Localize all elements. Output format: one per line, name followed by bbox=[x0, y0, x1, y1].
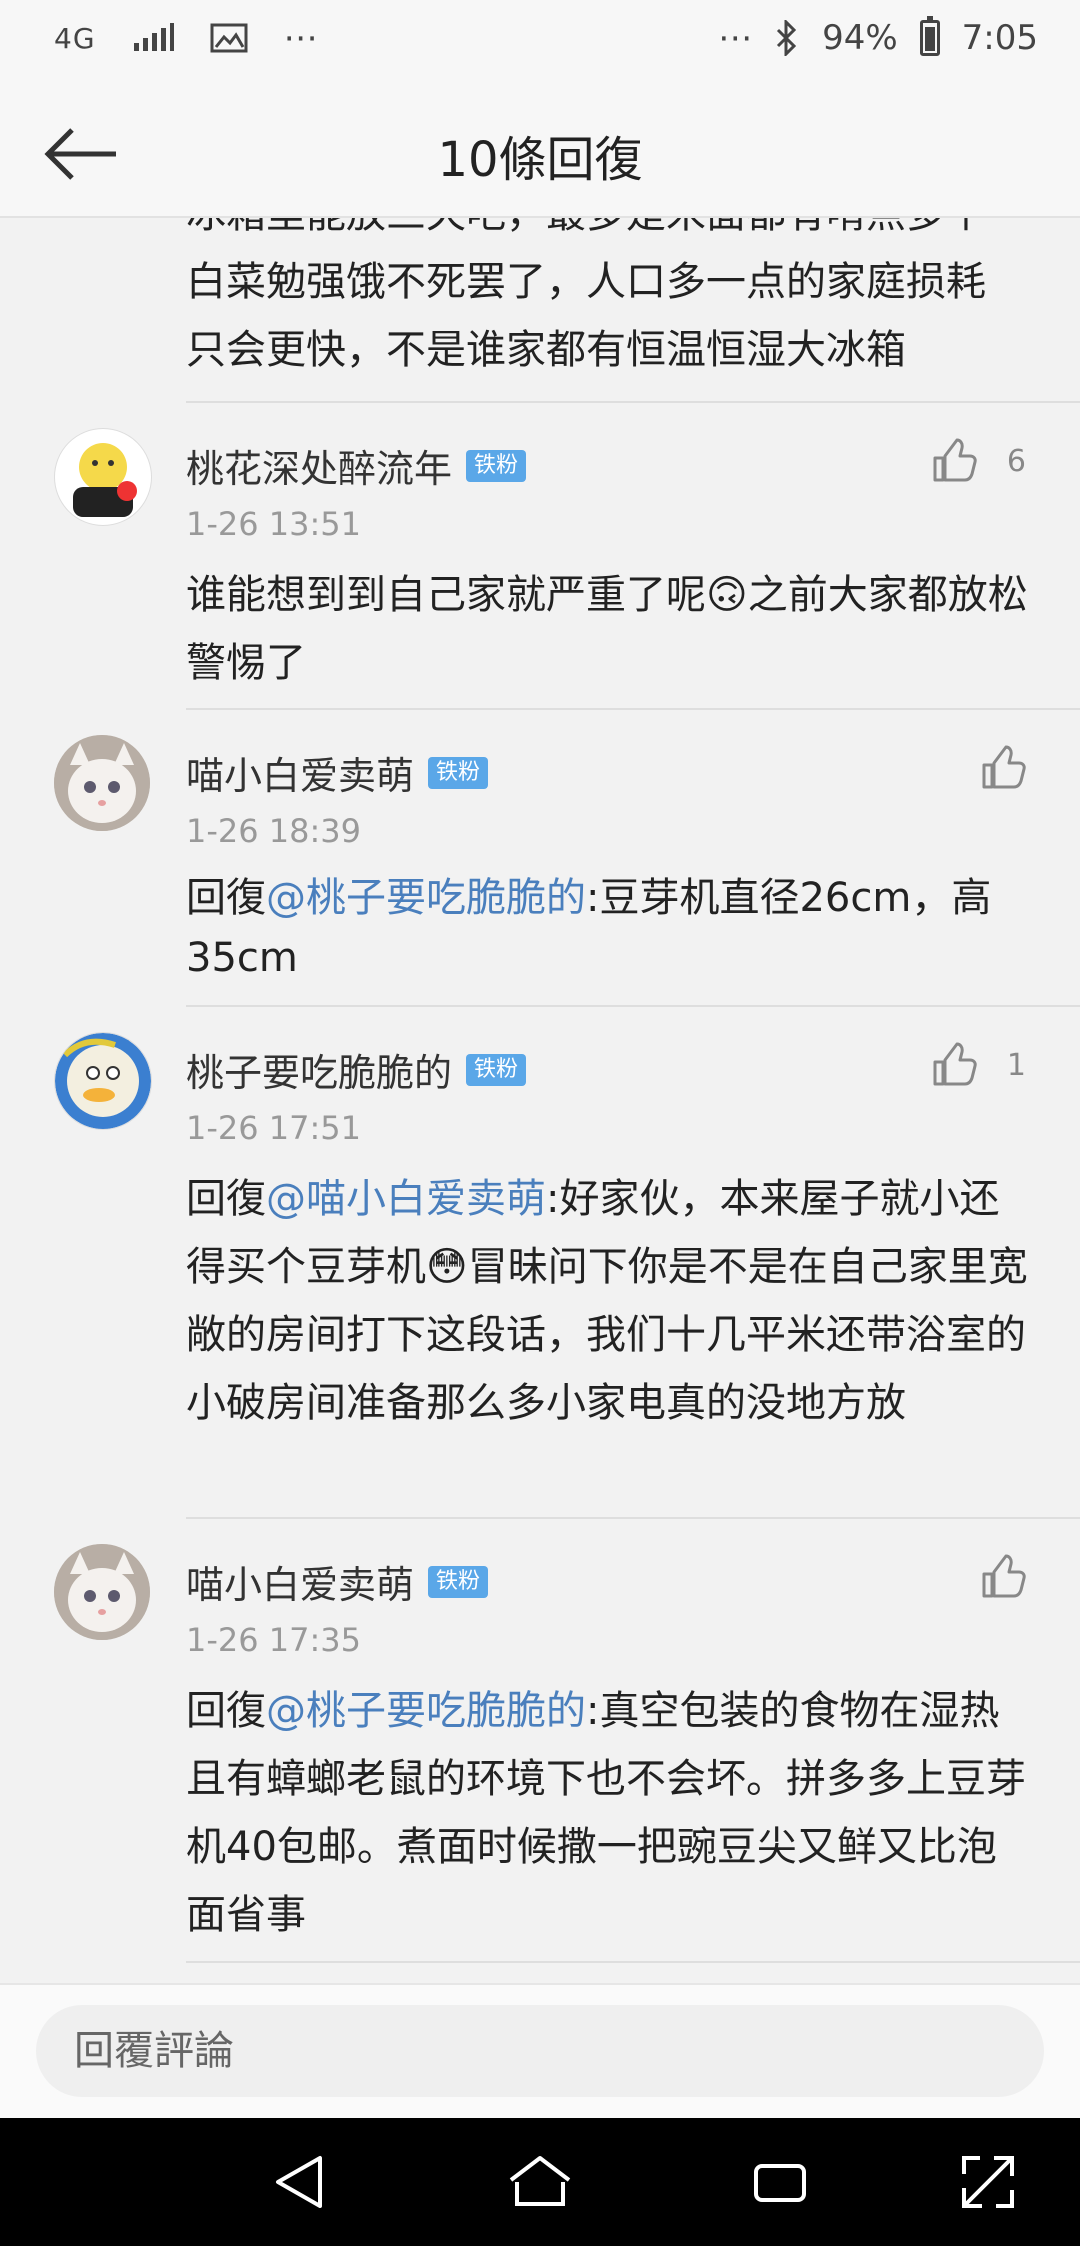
back-triangle-icon bbox=[276, 2156, 322, 2208]
recents-icon bbox=[754, 2164, 806, 2202]
status-bar: 4G ⋯ ⋯ 94% 7:05 bbox=[0, 0, 1080, 90]
more-icon: ⋯ bbox=[718, 18, 753, 58]
fan-badge: 铁粉 bbox=[466, 449, 527, 482]
nav-screenshot-button[interactable] bbox=[954, 2148, 1022, 2216]
comment-text: 回復@桃子要吃脆脆的:豆芽机直径26cm，高35cm bbox=[186, 875, 992, 981]
avatar[interactable] bbox=[54, 1544, 150, 1640]
nav-recents-button[interactable] bbox=[746, 2148, 814, 2216]
thumbs-up-icon bbox=[982, 745, 1026, 789]
header: 10條回復 bbox=[0, 90, 1080, 218]
like-button[interactable] bbox=[980, 1554, 1026, 1600]
divider bbox=[186, 1961, 1080, 1963]
username[interactable]: 喵小白爱卖萌 bbox=[186, 745, 414, 800]
thumbs-up-icon bbox=[933, 1042, 977, 1086]
username-row: 喵小白爱卖萌 铁粉 bbox=[186, 745, 489, 800]
nav-home-button[interactable] bbox=[506, 2148, 574, 2216]
username[interactable]: 桃花深处醉流年 bbox=[186, 438, 452, 493]
thumbs-up-icon bbox=[933, 438, 977, 482]
like-button[interactable] bbox=[980, 745, 1026, 791]
signal-icon bbox=[132, 23, 174, 53]
like-count: 1 bbox=[1006, 1047, 1026, 1083]
home-icon bbox=[509, 2156, 571, 2206]
reply-bar: 回覆評論 bbox=[0, 1983, 1080, 2118]
network-type: 4G bbox=[54, 21, 96, 55]
username[interactable]: 喵小白爱卖萌 bbox=[186, 1554, 414, 1609]
divider bbox=[186, 708, 1080, 710]
divider bbox=[186, 401, 1080, 403]
comment-text: 谁能想到到自己家就严重了呢🙃之前大家都放松警惕了 bbox=[186, 572, 1028, 686]
reply-input[interactable]: 回覆評論 bbox=[36, 2005, 1044, 2097]
partial-text-3: 只会更快，不是谁家都有恒温恒湿大冰箱 bbox=[186, 327, 906, 373]
image-icon bbox=[210, 23, 248, 53]
fan-badge: 铁粉 bbox=[428, 756, 489, 789]
comment-time: 1-26 13:51 bbox=[186, 505, 362, 543]
avatar[interactable] bbox=[54, 1032, 152, 1130]
comment-text: 回復@桃子要吃脆脆的:真空包装的食物在湿热且有蟑螂老鼠的环境下也不会坏。拼多多上… bbox=[186, 1688, 1026, 1938]
mention-link[interactable]: @桃子要吃脆脆的 bbox=[266, 875, 586, 921]
mention-link[interactable]: @喵小白爱卖萌 bbox=[266, 1176, 546, 1222]
avatar[interactable] bbox=[54, 428, 152, 526]
username-row: 桃花深处醉流年 铁粉 bbox=[186, 438, 527, 493]
clock: 7:05 bbox=[961, 18, 1038, 58]
system-nav-bar bbox=[0, 2118, 1080, 2246]
partial-text-1: 冰箱里能放三天吧，最多是米面都有啃点多个 bbox=[186, 218, 1036, 248]
screenshot-icon bbox=[962, 2156, 1014, 2208]
divider bbox=[186, 1517, 1080, 1519]
comment-time: 1-26 17:35 bbox=[186, 1621, 362, 1659]
comment-text: 回復@喵小白爱卖萌:好家伙，本来屋子就小还得买个豆芽机😳冒昧问下你是不是在自己家… bbox=[186, 1176, 1028, 1426]
username-row: 桃子要吃脆脆的 铁粉 bbox=[186, 1042, 527, 1097]
bluetooth-icon bbox=[774, 20, 800, 56]
page-title: 10條回復 bbox=[437, 132, 643, 188]
comment-time: 1-26 17:51 bbox=[186, 1109, 362, 1147]
avatar[interactable] bbox=[54, 735, 150, 831]
fan-badge: 铁粉 bbox=[428, 1565, 489, 1598]
mention-link[interactable]: @桃子要吃脆脆的 bbox=[266, 1688, 586, 1734]
battery-percent: 94% bbox=[822, 18, 898, 58]
comment-list[interactable]: 冰箱里能放三天吧，最多是米面都有啃点多个 白菜勉强饿不死罢了，人口多一点的家庭损… bbox=[0, 218, 1080, 1983]
emoji: 😳 bbox=[426, 1244, 468, 1290]
like-button[interactable]: 6 bbox=[931, 438, 1026, 484]
username-row: 喵小白爱卖萌 铁粉 bbox=[186, 1554, 489, 1609]
like-button[interactable]: 1 bbox=[931, 1042, 1026, 1088]
nav-back-button[interactable] bbox=[266, 2148, 334, 2216]
fan-badge: 铁粉 bbox=[466, 1053, 527, 1086]
divider bbox=[186, 1005, 1080, 1007]
partial-text-2: 白菜勉强饿不死罢了，人口多一点的家庭损耗 bbox=[186, 259, 986, 305]
battery-icon bbox=[919, 16, 940, 56]
more-icon: ⋯ bbox=[283, 18, 318, 58]
username[interactable]: 桃子要吃脆脆的 bbox=[186, 1042, 452, 1097]
like-count: 6 bbox=[1006, 443, 1026, 479]
emoji: 🙃 bbox=[706, 572, 748, 618]
thumbs-up-icon bbox=[982, 1554, 1026, 1598]
